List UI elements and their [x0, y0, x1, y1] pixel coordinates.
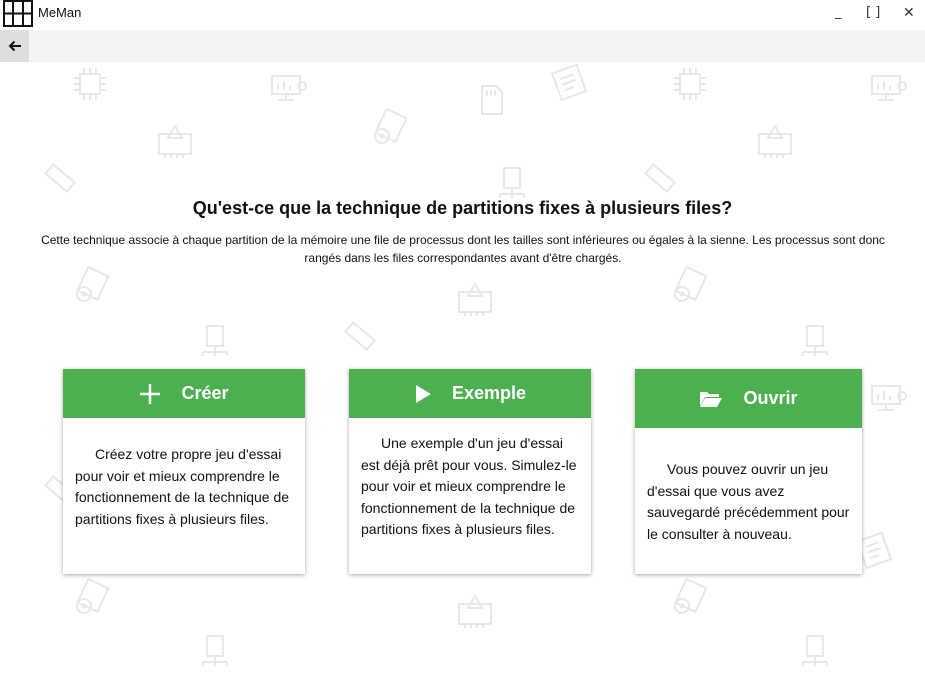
warning-memory-icon [458, 282, 492, 316]
maximize-button[interactable]: [ ] [866, 5, 880, 20]
page-heading: Qu'est-ce que la technique de partitions… [192, 198, 733, 218]
arrow-left-icon [8, 40, 21, 52]
navigation-bar [0, 30, 925, 62]
monitor-chart-icon [271, 75, 307, 101]
settings-document-icon [674, 266, 708, 302]
cpu-icon [674, 68, 706, 100]
close-button[interactable]: ✕ [903, 5, 915, 21]
network-document-icon [802, 635, 828, 666]
play-icon [414, 384, 432, 404]
monitor-chart-icon [871, 75, 907, 101]
document-list-icon [550, 63, 588, 102]
title-bar: MeMan _ [ ] ✕ [0, 0, 925, 30]
settings-document-icon [674, 578, 708, 614]
open-card-text: Vous pouvez ouvrir un jeu d'essai que vo… [647, 461, 850, 542]
warning-memory-icon [458, 594, 492, 628]
settings-document-icon [374, 108, 408, 144]
network-document-icon [802, 325, 828, 356]
ram-stick-icon [44, 162, 76, 194]
warning-memory-icon [158, 124, 192, 158]
network-document-icon [202, 325, 228, 356]
warning-memory-icon [758, 124, 792, 158]
network-document-icon [202, 635, 228, 666]
app-logo-icon [3, 0, 33, 27]
minimize-button[interactable]: _ [835, 5, 842, 20]
create-card-text: Créez votre propre jeu d'essai pour voir… [75, 446, 290, 527]
example-card-title: Exemple [451, 383, 527, 403]
open-card[interactable]: Ouvrir Vous pouvez ouvrir un jeu d'essai… [635, 369, 862, 574]
sd-card-icon [481, 85, 503, 115]
create-card-header[interactable]: Créer [63, 369, 305, 418]
example-card-header[interactable]: Exemple [349, 369, 591, 418]
create-card[interactable]: Créer Créez votre propre jeu d'essai pou… [63, 369, 305, 574]
example-card[interactable]: Exemple Une exemple d'un jeu d'essai est… [349, 369, 591, 574]
open-card-title: Ouvrir [743, 388, 798, 408]
settings-document-icon [76, 578, 110, 614]
window-title: MeMan [38, 5, 82, 20]
back-button[interactable] [0, 30, 29, 62]
example-card-text: Une exemple d'un jeu d'essai est déjà pr… [361, 435, 577, 537]
folder-open-icon [699, 390, 723, 408]
plus-icon [139, 383, 161, 405]
page-description: Cette technique associe à chaque partiti… [41, 233, 885, 265]
create-card-title: Créer [181, 383, 229, 403]
monitor-chart-icon [871, 385, 907, 411]
cpu-icon [74, 68, 106, 100]
open-card-header[interactable]: Ouvrir [635, 369, 862, 428]
settings-document-icon [76, 266, 110, 302]
ram-stick-icon [644, 162, 676, 194]
ram-stick-icon [344, 320, 376, 352]
